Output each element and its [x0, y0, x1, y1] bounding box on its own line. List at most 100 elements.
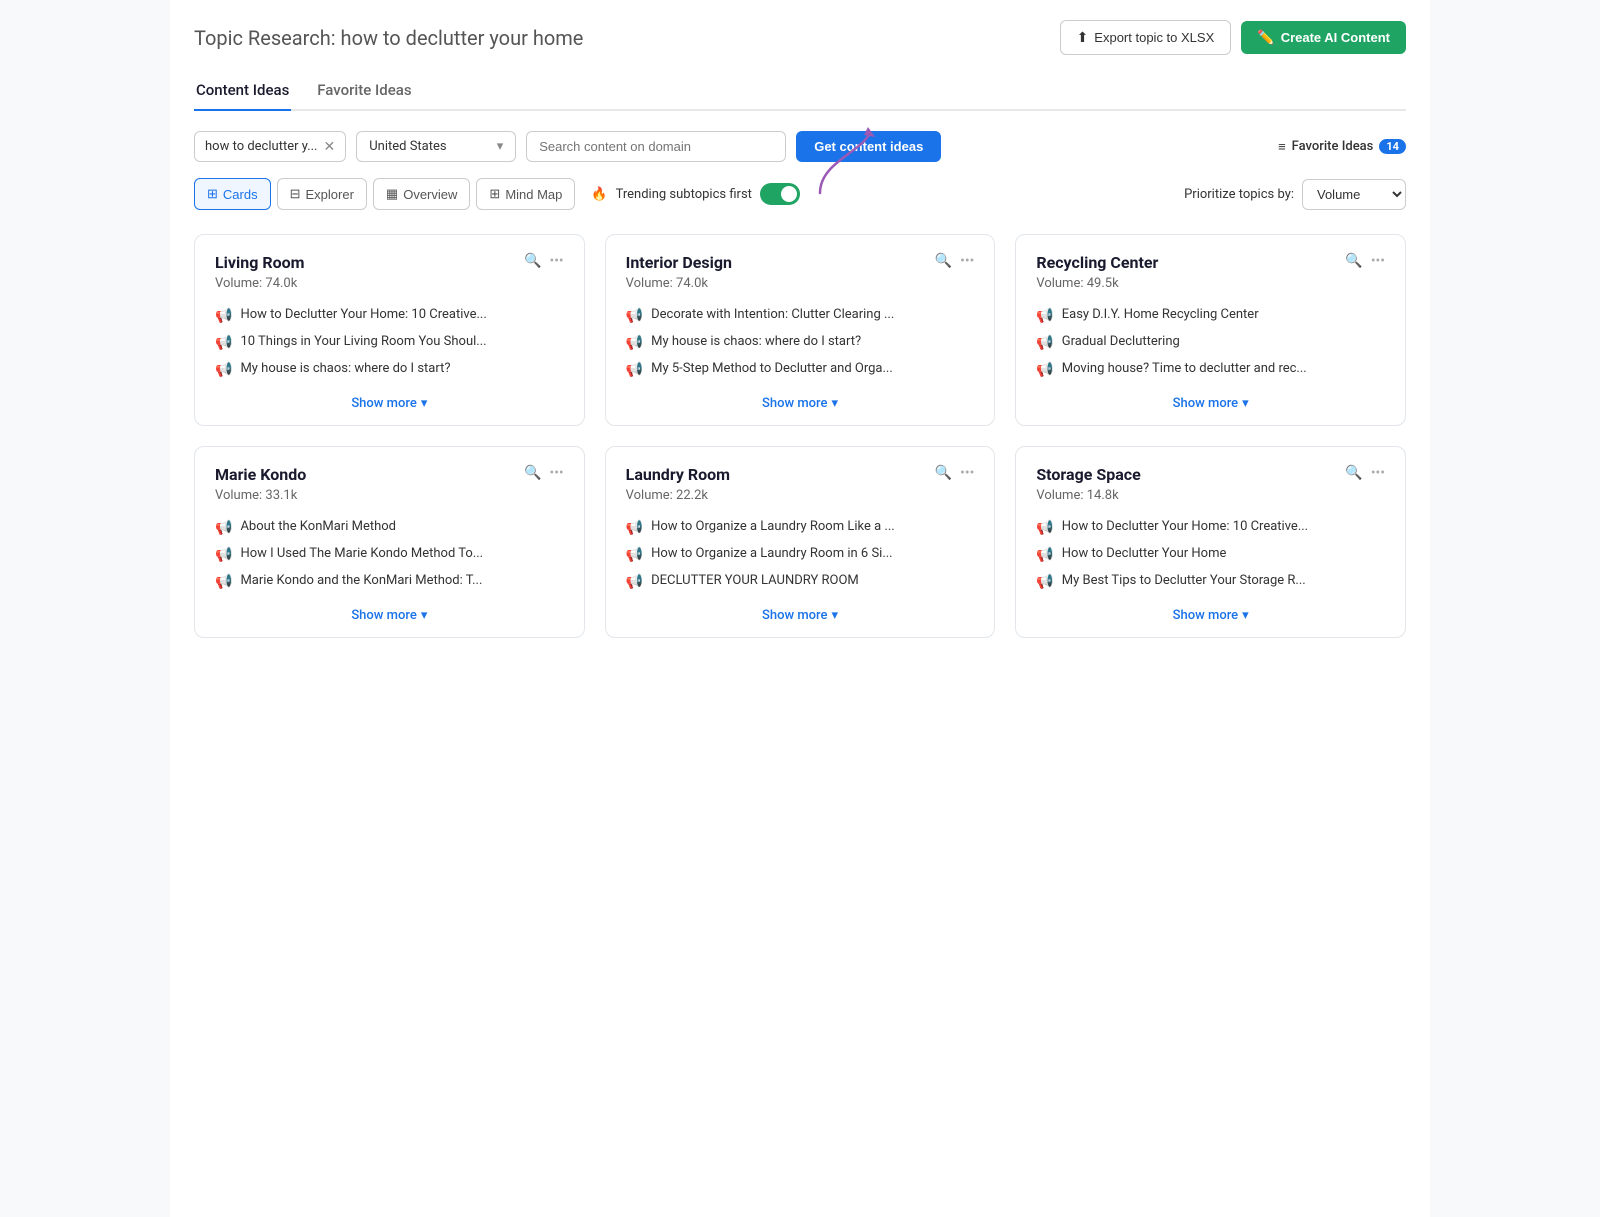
more-options-icon[interactable]: •••: [549, 253, 563, 269]
megaphone-icon: 📢: [215, 335, 232, 351]
megaphone-icon: 📢: [215, 520, 232, 536]
export-button[interactable]: ⬆ Export topic to XLSX: [1060, 20, 1232, 55]
card-item-text: My house is chaos: where do I start?: [240, 361, 450, 376]
megaphone-icon: 📢: [626, 547, 643, 563]
close-icon[interactable]: ✕: [323, 140, 335, 154]
card-volume: Volume: 33.1k: [215, 488, 564, 503]
view-cards-button[interactable]: ⊞ Cards: [194, 178, 271, 210]
country-label: United States: [369, 139, 446, 154]
create-label: Create AI Content: [1281, 30, 1390, 45]
search-icon[interactable]: 🔍: [935, 465, 952, 481]
tab-favorite-ideas[interactable]: Favorite Ideas: [315, 71, 413, 111]
megaphone-icon: 📢: [1036, 520, 1053, 536]
card-item: 📢 Gradual Decluttering: [1036, 334, 1385, 351]
view-mindmap-button[interactable]: ⊞ Mind Map: [476, 178, 575, 210]
card-items: 📢 How to Declutter Your Home: 10 Creativ…: [1036, 519, 1385, 590]
card-actions: 🔍 •••: [935, 465, 975, 481]
search-domain-input[interactable]: [526, 131, 786, 162]
show-more-button[interactable]: Show more ▾: [215, 608, 564, 623]
more-options-icon[interactable]: •••: [1371, 465, 1385, 481]
prioritize-group: Prioritize topics by: Volume Efficiency …: [1184, 179, 1406, 210]
card-items: 📢 How to Organize a Laundry Room Like a …: [626, 519, 975, 590]
card-volume: Volume: 74.0k: [626, 276, 975, 291]
megaphone-icon: 📢: [215, 574, 232, 590]
chevron-down-icon: ▾: [497, 139, 504, 154]
explorer-view-icon: ⊟: [290, 186, 301, 202]
show-more-button[interactable]: Show more ▾: [1036, 396, 1385, 411]
more-options-icon[interactable]: •••: [960, 465, 974, 481]
megaphone-icon: 📢: [626, 520, 643, 536]
card-item-text: My 5-Step Method to Declutter and Orga..…: [651, 361, 893, 376]
megaphone-icon: 📢: [626, 574, 643, 590]
list-icon: ≡: [1278, 139, 1286, 155]
card-storage-space: Storage Space 🔍 ••• Volume: 14.8k 📢 How …: [1015, 446, 1406, 638]
megaphone-icon: 📢: [215, 362, 232, 378]
prioritize-select[interactable]: Volume Efficiency Relevance: [1302, 179, 1406, 210]
trending-group: 🔥 Trending subtopics first: [591, 183, 800, 205]
export-icon: ⬆: [1077, 29, 1089, 46]
more-options-icon[interactable]: •••: [549, 465, 563, 481]
card-living-room: Living Room 🔍 ••• Volume: 74.0k 📢 How to…: [194, 234, 585, 426]
view-explorer-button[interactable]: ⊟ Explorer: [277, 178, 367, 210]
search-tag-text: how to declutter y...: [205, 139, 317, 154]
card-item-text: DECLUTTER YOUR LAUNDRY ROOM: [651, 573, 859, 588]
title-dynamic: how to declutter your home: [341, 26, 584, 50]
cards-grid: Living Room 🔍 ••• Volume: 74.0k 📢 How to…: [194, 234, 1406, 638]
search-toolbar: how to declutter y... ✕ United States ▾ …: [194, 131, 1406, 162]
card-marie-kondo: Marie Kondo 🔍 ••• Volume: 33.1k 📢 About …: [194, 446, 585, 638]
card-items: 📢 How to Declutter Your Home: 10 Creativ…: [215, 307, 564, 378]
card-volume: Volume: 22.2k: [626, 488, 975, 503]
card-item-text: How to Declutter Your Home: 10 Creative.…: [240, 307, 486, 322]
show-more-button[interactable]: Show more ▾: [215, 396, 564, 411]
card-header: Marie Kondo 🔍 •••: [215, 465, 564, 484]
card-item-text: Gradual Decluttering: [1062, 334, 1180, 349]
show-more-button[interactable]: Show more ▾: [626, 608, 975, 623]
megaphone-icon: 📢: [626, 335, 643, 351]
card-item: 📢 10 Things in Your Living Room You Shou…: [215, 334, 564, 351]
overview-view-icon: ▦: [386, 186, 398, 202]
card-volume: Volume: 49.5k: [1036, 276, 1385, 291]
card-item-text: How to Declutter Your Home: [1062, 546, 1227, 561]
card-header: Living Room 🔍 •••: [215, 253, 564, 272]
trending-toggle[interactable]: [760, 183, 800, 205]
card-item: 📢 How to Organize a Laundry Room Like a …: [626, 519, 975, 536]
view-overview-button[interactable]: ▦ Overview: [373, 178, 470, 210]
card-item: 📢 How to Declutter Your Home: 10 Creativ…: [215, 307, 564, 324]
card-header: Interior Design 🔍 •••: [626, 253, 975, 272]
card-actions: 🔍 •••: [1345, 465, 1385, 481]
search-icon[interactable]: 🔍: [524, 465, 541, 481]
search-tag[interactable]: how to declutter y... ✕: [194, 131, 346, 162]
megaphone-icon: 📢: [1036, 335, 1053, 351]
cards-view-icon: ⊞: [207, 186, 218, 202]
card-item: 📢 My Best Tips to Declutter Your Storage…: [1036, 573, 1385, 590]
card-header: Laundry Room 🔍 •••: [626, 465, 975, 484]
country-dropdown[interactable]: United States ▾: [356, 131, 516, 162]
search-icon[interactable]: 🔍: [524, 253, 541, 269]
more-options-icon[interactable]: •••: [1371, 253, 1385, 269]
favorite-ideas-button[interactable]: ≡ Favorite Ideas 14: [1278, 139, 1406, 155]
search-icon[interactable]: 🔍: [935, 253, 952, 269]
title-static: Topic Research:: [194, 26, 336, 50]
card-actions: 🔍 •••: [524, 253, 564, 269]
trending-label: Trending subtopics first: [616, 187, 752, 202]
card-item: 📢 Easy D.I.Y. Home Recycling Center: [1036, 307, 1385, 324]
create-ai-button[interactable]: ✏️ Create AI Content: [1241, 21, 1406, 54]
card-item-text: Moving house? Time to declutter and rec.…: [1062, 361, 1307, 376]
card-interior-design: Interior Design 🔍 ••• Volume: 74.0k 📢 De…: [605, 234, 996, 426]
card-items: 📢 Easy D.I.Y. Home Recycling Center 📢 Gr…: [1036, 307, 1385, 378]
card-recycling-center: Recycling Center 🔍 ••• Volume: 49.5k 📢 E…: [1015, 234, 1406, 426]
card-item: 📢 My house is chaos: where do I start?: [626, 334, 975, 351]
tab-content-ideas[interactable]: Content Ideas: [194, 71, 291, 111]
search-icon[interactable]: 🔍: [1345, 253, 1362, 269]
card-title: Storage Space: [1036, 465, 1140, 484]
more-options-icon[interactable]: •••: [960, 253, 974, 269]
search-icon[interactable]: 🔍: [1345, 465, 1362, 481]
show-more-button[interactable]: Show more ▾: [1036, 608, 1385, 623]
card-item: 📢 Marie Kondo and the KonMari Method: T.…: [215, 573, 564, 590]
show-more-button[interactable]: Show more ▾: [626, 396, 975, 411]
header-actions: ⬆ Export topic to XLSX ✏️ Create AI Cont…: [1060, 20, 1406, 55]
favorite-count-badge: 14: [1379, 139, 1406, 154]
get-content-ideas-button[interactable]: Get content ideas: [796, 131, 941, 162]
page-header: Topic Research: how to declutter your ho…: [194, 20, 1406, 55]
card-item-text: Marie Kondo and the KonMari Method: T...: [240, 573, 482, 588]
